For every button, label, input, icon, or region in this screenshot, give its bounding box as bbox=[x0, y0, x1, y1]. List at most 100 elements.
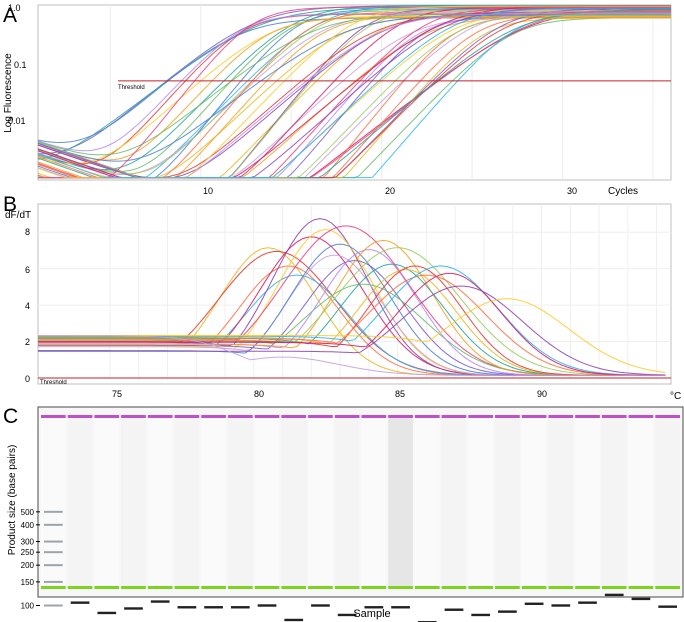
gel-sample-band bbox=[471, 613, 491, 617]
panel-a-y-tick-2: 0.1 bbox=[14, 60, 27, 70]
gel-upper-marker bbox=[414, 415, 440, 418]
gel-lower-marker bbox=[548, 586, 574, 589]
gel-lane bbox=[521, 416, 547, 587]
gel-lane bbox=[575, 416, 600, 587]
gel-ladder-band bbox=[44, 551, 63, 554]
gel-lane bbox=[227, 416, 253, 587]
gel-lane bbox=[41, 416, 66, 587]
gel-ladder-band bbox=[44, 523, 63, 526]
gel-upper-marker bbox=[388, 415, 413, 418]
gel-lower-marker bbox=[201, 586, 226, 589]
gel-upper-marker bbox=[334, 415, 360, 418]
gel-lane bbox=[601, 416, 627, 587]
gel-lower-marker bbox=[388, 586, 413, 589]
gel-lower-marker bbox=[41, 586, 66, 589]
gel-upper-marker bbox=[281, 415, 307, 418]
gel-upper-marker bbox=[655, 415, 680, 418]
gel-upper-marker bbox=[227, 415, 253, 418]
gel-lane bbox=[468, 416, 494, 587]
gel-lane bbox=[308, 416, 333, 587]
panel-a-y-tick-1: 1.0 bbox=[8, 3, 21, 13]
gel-lane bbox=[495, 416, 520, 587]
panel-c-y-tick-label: 200 bbox=[21, 561, 35, 570]
gel-lower-marker bbox=[94, 586, 120, 589]
gel-lower-marker bbox=[121, 586, 146, 589]
gel-lane bbox=[121, 416, 146, 587]
gel-lane bbox=[388, 416, 413, 587]
gel-lower-marker bbox=[334, 586, 360, 589]
gel-lower-marker bbox=[361, 586, 387, 589]
gel-lower-marker bbox=[227, 586, 253, 589]
panel-a-amplification-plot: A Threshold 1.0 0.1 0.01 10 20 30 Cycles… bbox=[3, 3, 672, 197]
gel-lower-marker bbox=[468, 586, 494, 589]
panel-b-x-tick-2: 80 bbox=[254, 389, 264, 399]
gel-upper-marker bbox=[41, 415, 66, 418]
panel-b-y-tick-4: 2 bbox=[25, 337, 30, 347]
gel-lower-marker bbox=[174, 586, 200, 589]
gel-sample-band bbox=[631, 597, 651, 601]
gel-upper-marker bbox=[548, 415, 574, 418]
gel-sample-band bbox=[658, 605, 677, 608]
gel-upper-marker bbox=[67, 415, 93, 418]
gel-sample-band bbox=[604, 593, 624, 597]
gel-lane bbox=[281, 416, 307, 587]
gel-lower-marker bbox=[655, 586, 680, 589]
panel-a-x-tick-1: 10 bbox=[203, 186, 213, 196]
gel-upper-marker bbox=[201, 415, 226, 418]
gel-lower-marker bbox=[414, 586, 440, 589]
gel-lane bbox=[67, 416, 93, 587]
gel-lower-marker bbox=[254, 586, 280, 589]
gel-ladder-band bbox=[44, 564, 63, 567]
panel-c-y-tick-label: 100 bbox=[21, 602, 35, 611]
gel-lane bbox=[414, 416, 440, 587]
gel-lane bbox=[628, 416, 654, 587]
gel-lane bbox=[361, 416, 387, 587]
panel-b-plot-area bbox=[37, 203, 672, 385]
gel-sample-band bbox=[391, 606, 410, 609]
gel-lower-marker bbox=[628, 586, 654, 589]
gel-lane bbox=[548, 416, 574, 587]
gel-lane bbox=[147, 416, 173, 587]
panel-a-x-tick-2: 20 bbox=[385, 186, 395, 196]
panel-a-y-axis-label: Log Fluorescence bbox=[3, 53, 14, 133]
gel-upper-marker bbox=[361, 415, 387, 418]
gel-lane bbox=[174, 416, 200, 587]
gel-sample-band bbox=[444, 608, 464, 611]
gel-lower-marker bbox=[308, 586, 333, 589]
gel-upper-marker bbox=[94, 415, 120, 418]
panel-c-y-tick-label: 300 bbox=[21, 538, 35, 547]
gel-upper-marker bbox=[575, 415, 600, 418]
panel-c-y-tick-label: 400 bbox=[21, 521, 35, 530]
panel-c-y-tick-label: 500 bbox=[21, 508, 35, 517]
gel-sample-band bbox=[311, 604, 330, 607]
panel-c-y-axis-label: Product size (base pairs) bbox=[7, 445, 18, 556]
gel-sample-band bbox=[524, 602, 544, 605]
panel-c-y-ticks: 50040030025020015010050 bbox=[21, 508, 40, 611]
gel-upper-marker bbox=[254, 415, 280, 418]
gel-ladder-band bbox=[44, 604, 63, 607]
panel-a-x-axis-label: Cycles bbox=[608, 186, 638, 197]
gel-upper-marker bbox=[495, 415, 520, 418]
gel-lane bbox=[441, 416, 467, 587]
panel-c-y-tick-label: 150 bbox=[21, 578, 35, 587]
gel-upper-marker bbox=[468, 415, 494, 418]
gel-upper-marker bbox=[628, 415, 654, 418]
panel-b-x-axis-label: °C bbox=[670, 391, 681, 402]
gel-upper-marker bbox=[601, 415, 627, 418]
panel-c-y-tick-label: 250 bbox=[21, 548, 35, 557]
gel-sample-band bbox=[551, 604, 571, 607]
panel-c-gel-image: C 50040030025020015010050 Product size (… bbox=[3, 405, 684, 622]
gel-upper-marker bbox=[308, 415, 333, 418]
gel-sample-band bbox=[177, 606, 197, 609]
gel-sample-band bbox=[150, 600, 170, 603]
gel-lane bbox=[334, 416, 360, 587]
gel-sample-band bbox=[204, 606, 223, 609]
panel-b-x-tick-4: 90 bbox=[537, 389, 547, 399]
gel-sample-band bbox=[498, 610, 517, 613]
panel-b-y-tick-5: 0 bbox=[25, 374, 30, 384]
gel-lane bbox=[655, 416, 680, 587]
gel-sample-band bbox=[124, 607, 143, 610]
gel-lower-marker bbox=[67, 586, 93, 589]
panel-b-x-tick-1: 75 bbox=[112, 389, 122, 399]
gel-sample-band bbox=[257, 604, 277, 607]
